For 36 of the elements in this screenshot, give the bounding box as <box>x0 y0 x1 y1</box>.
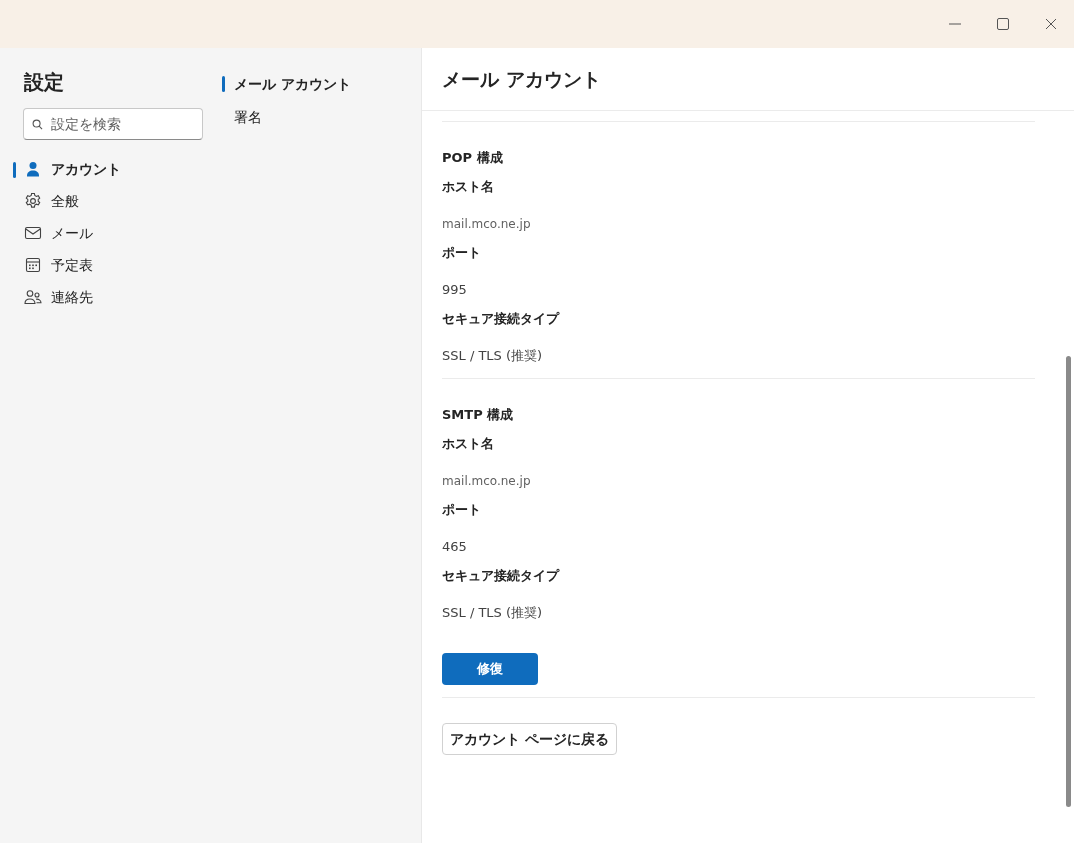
sidebar-item[interactable]: 予定表 <box>13 249 203 281</box>
section-heading: SMTP 構成 <box>442 406 515 424</box>
field-value: SSL / TLS (推奨) <box>442 604 544 622</box>
search-field[interactable]: 設定を検索 <box>23 108 203 140</box>
page-title: メール アカウント <box>442 66 601 92</box>
sidebar-item[interactable]: 連絡先 <box>13 281 203 313</box>
field-label: ホスト名 <box>442 178 495 196</box>
field-value: 995 <box>442 281 468 299</box>
selection-bar <box>13 162 16 178</box>
field-value: SSL / TLS (推奨) <box>442 347 544 365</box>
calendar-icon <box>24 256 42 274</box>
section-heading: POP 構成 <box>442 149 504 167</box>
maximize-icon[interactable] <box>997 18 1009 30</box>
sidebar-title: 設定 <box>24 69 65 96</box>
subnav-item[interactable]: メール アカウント <box>222 68 421 101</box>
person-icon <box>24 160 42 178</box>
close-icon[interactable] <box>1045 18 1057 30</box>
sidebar-item[interactable]: アカウント <box>13 153 203 185</box>
field-label: セキュア接続タイプ <box>442 310 561 328</box>
field-label: ポート <box>442 501 482 519</box>
subnav-item[interactable]: 署名 <box>222 101 421 134</box>
people-icon <box>24 288 42 306</box>
repair-button[interactable]: 修復 <box>442 653 538 685</box>
field-value: 465 <box>442 538 468 556</box>
sidebar-item[interactable]: メール <box>13 217 203 249</box>
field-value: mail.mco.ne.jp <box>442 216 532 233</box>
field-value: mail.mco.ne.jp <box>442 473 532 490</box>
search-icon <box>32 119 43 130</box>
field-label: ホスト名 <box>442 435 495 453</box>
selection-bar <box>222 76 225 92</box>
settings-icon <box>24 192 42 210</box>
sidebar-item[interactable]: 全般 <box>13 185 203 217</box>
field-label: ポート <box>442 244 482 262</box>
mail-icon <box>24 224 42 242</box>
field-label: セキュア接続タイプ <box>442 567 561 585</box>
back-button[interactable]: アカウント ページに戻る <box>442 723 617 755</box>
